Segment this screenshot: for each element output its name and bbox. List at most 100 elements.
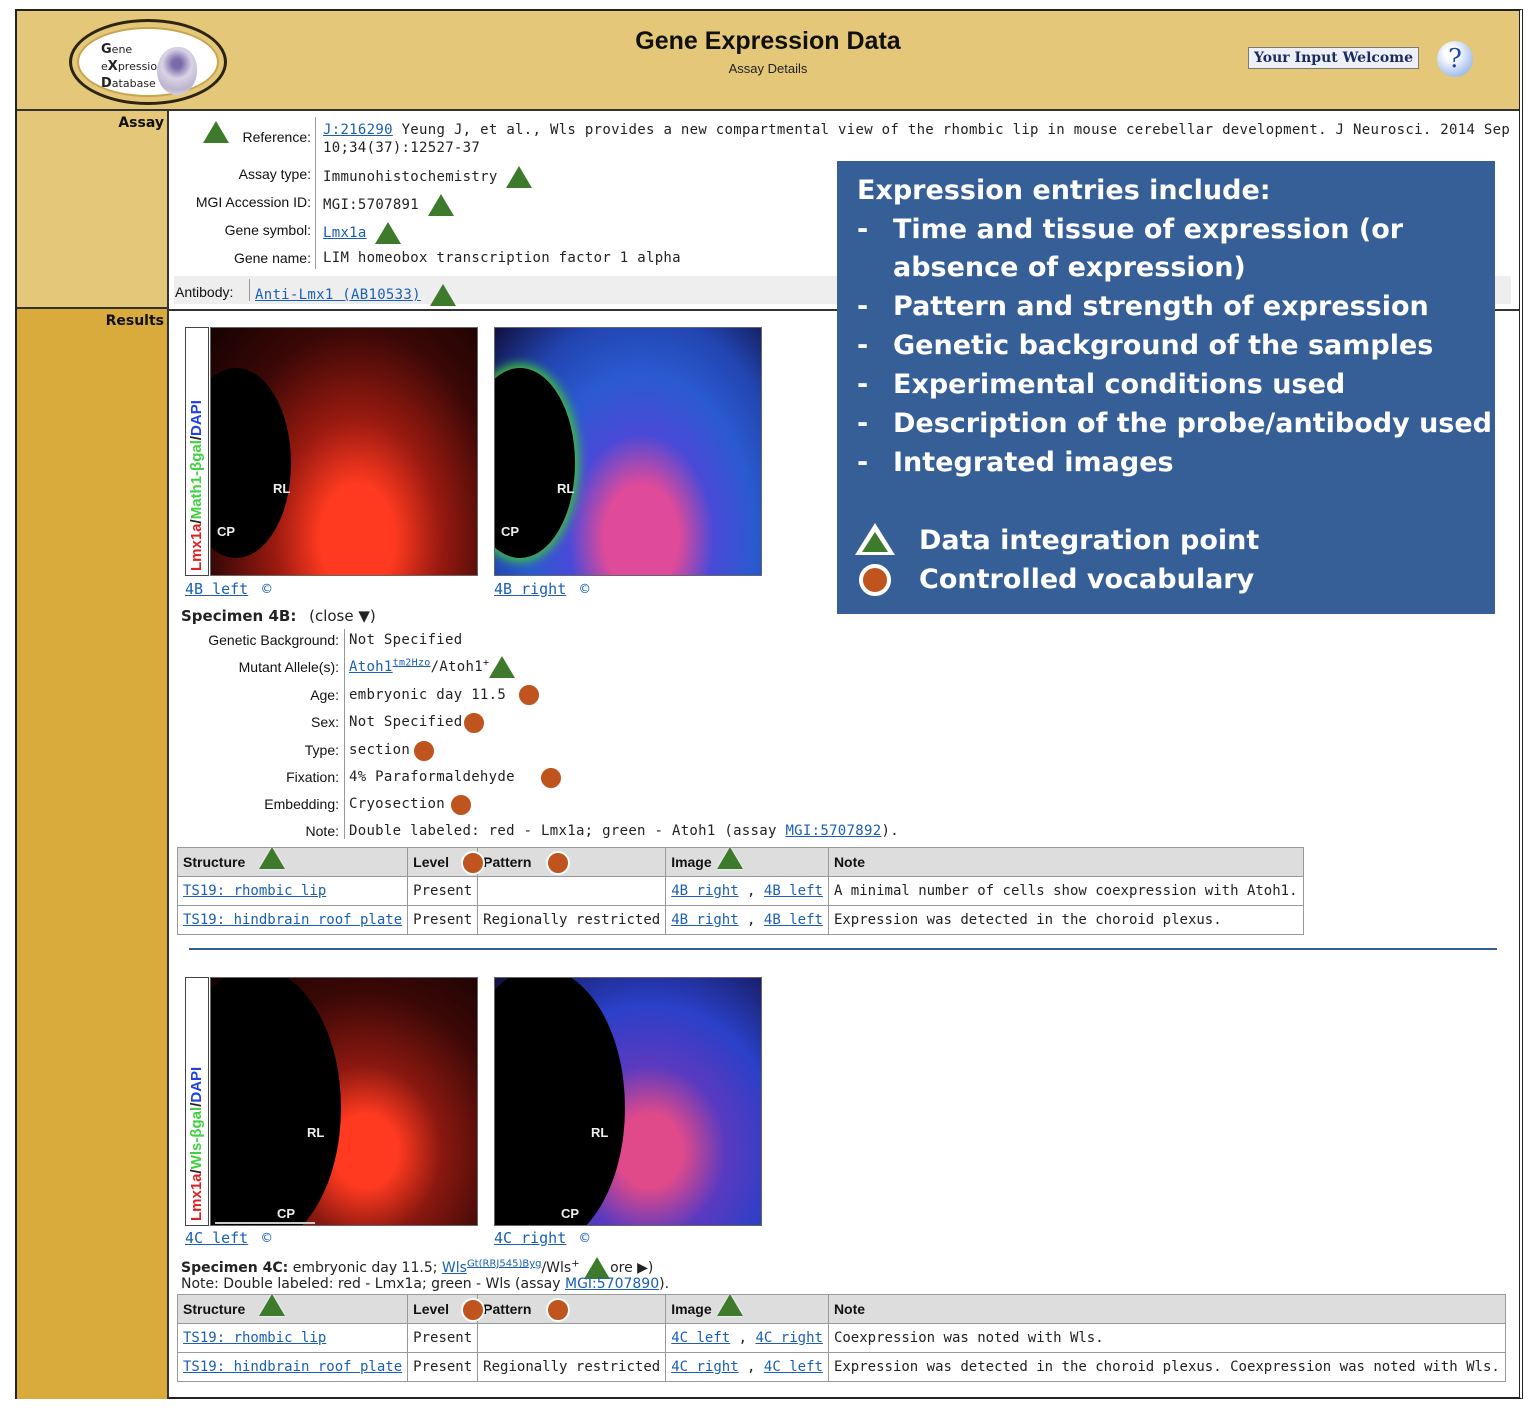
- note-label: Note:: [305, 823, 339, 839]
- logo-atabase: atabase: [111, 77, 156, 90]
- image-label-cp: CP: [277, 1206, 296, 1221]
- copyright-icon[interactable]: ©: [262, 1229, 271, 1247]
- image-link-4b-left[interactable]: 4B left: [185, 580, 248, 598]
- stain-blue: DAPI: [188, 1066, 205, 1103]
- embedding-label: Embedding:: [264, 796, 339, 812]
- image-dark-region: [211, 978, 341, 1225]
- note-cell: Coexpression was noted with Wls.: [827, 1323, 1506, 1353]
- specimen-4b-header: Specimen 4B: (close ▼): [181, 607, 376, 625]
- stain-slash: /: [188, 519, 205, 524]
- assay-link-mgi-5707892[interactable]: MGI:5707892: [785, 823, 881, 839]
- image-link-4c-right[interactable]: 4C right: [494, 1229, 566, 1247]
- image-link[interactable]: 4C left: [671, 1330, 730, 1346]
- table-header-row: Structure Level Pattern Image Note: [176, 1294, 1506, 1324]
- image-4c-right[interactable]: RL CP: [494, 977, 762, 1226]
- column-header-structure: Structure: [176, 1294, 409, 1324]
- allele-link[interactable]: Atoh1: [349, 659, 393, 675]
- caption-4c-left: 4C left ©: [185, 1229, 271, 1247]
- specimen-separator: [189, 948, 1497, 950]
- specimen-4b-close-toggle[interactable]: (close ▼): [309, 607, 376, 625]
- image-4c-left[interactable]: RL CP: [210, 977, 478, 1226]
- table-row: TS19: rhombic lip Present 4B right , 4B …: [176, 876, 1304, 906]
- assay-divider: [315, 117, 316, 269]
- copyright-icon[interactable]: ©: [580, 580, 589, 598]
- specimen-4c-more-toggle[interactable]: ore ▶): [610, 1260, 653, 1276]
- image-4b-right[interactable]: RL CP: [494, 327, 762, 576]
- image-4b-left[interactable]: RL CP: [210, 327, 478, 576]
- antibody-value: Anti-Lmx1 (AB10533): [255, 284, 456, 306]
- page-frame: Gene eXpression Database Gene Expression…: [15, 9, 1523, 1399]
- image-link[interactable]: 4C right: [671, 1359, 738, 1375]
- structure-link[interactable]: TS19: hindbrain roof plate: [183, 912, 402, 928]
- note-cell: Expression was detected in the choroid p…: [827, 1352, 1506, 1382]
- allele-superscript-link[interactable]: Gt(RRJ545)Byg: [467, 1258, 542, 1269]
- gene-name-label: Gene name:: [233, 250, 311, 266]
- structure-link[interactable]: TS19: rhombic lip: [183, 883, 326, 899]
- expression-entries-callout: Expression entries include: - Time and ti…: [837, 161, 1495, 614]
- logo-d: D: [101, 76, 112, 91]
- age-label: Age:: [310, 687, 339, 703]
- structure-link[interactable]: TS19: hindbrain roof plate: [183, 1359, 402, 1375]
- data-integration-triangle-icon: [506, 166, 533, 188]
- reference-link[interactable]: J:216290: [323, 122, 393, 138]
- note-tail: ).: [881, 823, 899, 839]
- image-link[interactable]: 4B right: [671, 883, 738, 899]
- structure-cell: TS19: hindbrain roof plate: [176, 905, 409, 935]
- image-link-4b-right[interactable]: 4B right: [494, 580, 566, 598]
- gene-symbol-value: Lmx1a: [323, 222, 402, 244]
- stain-red: Lmx1a: [188, 523, 205, 571]
- antibody-link[interactable]: Anti-Lmx1 (AB10533): [255, 287, 421, 303]
- controlled-vocabulary-dot-icon: [449, 793, 473, 817]
- image-cell: 4B right , 4B left: [665, 876, 829, 906]
- specimen-divider: [344, 629, 345, 839]
- stain-legend-text: Lmx1a/Math1-βgal/DAPI: [188, 400, 205, 571]
- note-cell: Expression was detected in the choroid p…: [827, 905, 1304, 935]
- your-input-welcome-button[interactable]: Your Input Welcome: [1248, 47, 1419, 69]
- image-link-4c-left[interactable]: 4C left: [185, 1229, 248, 1247]
- gene-symbol-link[interactable]: Lmx1a: [323, 225, 367, 241]
- header-text: Note: [833, 1301, 866, 1317]
- header-text: Level: [413, 854, 449, 870]
- callout-item: absence of expression): [857, 252, 1246, 283]
- legend-data-integration-point: Data integration point: [919, 525, 1260, 556]
- pattern-cell: [477, 1323, 667, 1353]
- controlled-vocabulary-dot-icon: [546, 851, 570, 875]
- callout-heading: Expression entries include:: [857, 175, 1271, 206]
- fixation-value: 4% Paraformaldehyde: [349, 769, 515, 785]
- specimen-4c-age: embryonic day 11.5;: [292, 1260, 438, 1276]
- callout-item-text: Experimental conditions used: [893, 369, 1346, 400]
- mgi-accession-label: MGI Accession ID:: [195, 194, 311, 210]
- column-header-pattern: Pattern: [477, 847, 667, 877]
- section-label-assay: Assay: [17, 111, 169, 309]
- stain-green: Math1-βgal: [188, 440, 205, 520]
- image-cell: 4C right , 4C left: [665, 1352, 829, 1382]
- image-link[interactable]: 4B right: [671, 912, 738, 928]
- level-cell: Present: [407, 1323, 479, 1353]
- results-table-4c: Structure Level Pattern Image Note TS19:…: [176, 1294, 1506, 1382]
- structure-cell: TS19: hindbrain roof plate: [176, 1352, 409, 1382]
- type-value: section: [349, 742, 411, 758]
- copyright-icon[interactable]: ©: [262, 580, 271, 598]
- data-integration-triangle-icon: [259, 847, 285, 869]
- controlled-vocabulary-dot-icon: [539, 766, 563, 790]
- page-header: Gene eXpression Database Gene Expression…: [17, 11, 1519, 111]
- specimen-4c-note: Note: Double labeled: red - Lmx1a; green…: [181, 1276, 669, 1292]
- mgi-accession-value: MGI:5707891: [323, 194, 454, 216]
- reference-citation-line2: 10;34(37):12527-37: [323, 140, 481, 156]
- note-text: Note: Double labeled: red - Lmx1a; green…: [181, 1276, 565, 1292]
- allele-link[interactable]: Wls: [442, 1260, 467, 1276]
- image-link[interactable]: 4C left: [764, 1359, 823, 1375]
- column-header-pattern: Pattern: [477, 1294, 667, 1324]
- structure-link[interactable]: TS19: rhombic lip: [183, 1330, 326, 1346]
- callout-item: - Pattern and strength of expression: [857, 291, 1429, 322]
- help-icon[interactable]: ?: [1437, 41, 1473, 77]
- image-link[interactable]: 4B left: [764, 912, 823, 928]
- antibody-label: Antibody:: [175, 284, 234, 300]
- assay-link-mgi-5707890[interactable]: MGI:5707890: [565, 1276, 659, 1292]
- copyright-icon[interactable]: ©: [580, 1229, 589, 1247]
- image-link[interactable]: 4C right: [756, 1330, 823, 1346]
- age-value: embryonic day 11.5: [349, 687, 507, 703]
- allele-superscript-link[interactable]: tm2Hzo: [393, 657, 431, 668]
- pattern-cell: Regionally restricted: [477, 1352, 667, 1382]
- image-link[interactable]: 4B left: [764, 883, 823, 899]
